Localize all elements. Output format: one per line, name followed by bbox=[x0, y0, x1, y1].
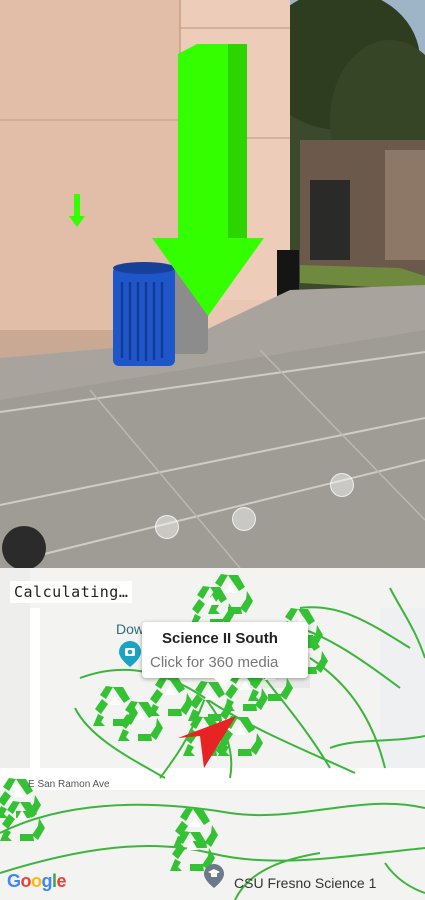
google-letter: e bbox=[56, 871, 67, 891]
google-logo: Google bbox=[7, 871, 67, 892]
marker-subtitle[interactable]: Click for 360 media bbox=[150, 654, 278, 671]
info-window-tail bbox=[214, 678, 232, 687]
marker-title: Science II South bbox=[162, 630, 278, 647]
ar-marker-dot[interactable] bbox=[232, 507, 256, 531]
map-view[interactable] bbox=[0, 568, 425, 900]
user-location-arrow-icon bbox=[178, 716, 236, 768]
ar-marker-dot[interactable] bbox=[330, 473, 354, 497]
google-letter: o bbox=[20, 871, 32, 891]
school-pin-icon[interactable] bbox=[204, 864, 224, 888]
street-label: E San Ramon Ave bbox=[28, 779, 110, 790]
google-letter: G bbox=[7, 871, 21, 891]
ar-marker-dot[interactable] bbox=[155, 515, 179, 539]
poi-label-downtown[interactable]: Dow bbox=[116, 621, 144, 637]
google-letter: g bbox=[41, 871, 53, 891]
camera-pin-icon[interactable] bbox=[119, 641, 141, 667]
marker-info-window[interactable]: Science II South Click for 360 media bbox=[142, 622, 308, 678]
ar-small-arrow-icon bbox=[69, 194, 85, 227]
poi-label-csu-fresno[interactable]: CSU Fresno Science 1 bbox=[234, 875, 376, 891]
status-text: Calculating… bbox=[10, 581, 133, 603]
google-letter: o bbox=[31, 871, 42, 891]
ar-camera-view[interactable] bbox=[0, 0, 425, 568]
